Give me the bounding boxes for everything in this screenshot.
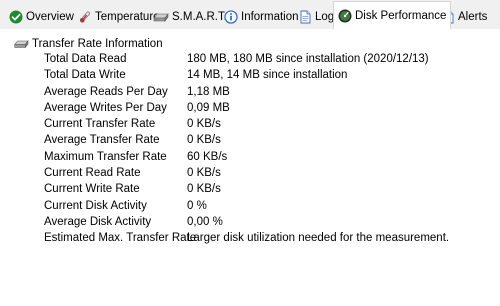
green-check-icon [9,10,23,24]
tab-overview[interactable]: Overview [4,4,79,28]
row-value: 0 KB/s [187,134,221,147]
list-item: Average Transfer Rate 0 KB/s [44,134,484,150]
row-label: Current Read Rate [44,167,141,180]
tab-label: Disk Performance [355,9,447,22]
tab-label: Overview [26,10,74,23]
row-value: 0 KB/s [187,167,221,180]
list-item: Average Disk Activity 0,00 % [44,216,484,232]
tab-label: Information [241,10,299,23]
row-value: 0 % [187,199,207,212]
row-value: 60 KB/s [187,150,228,163]
row-label: Maximum Transfer Rate [44,150,167,163]
list-item: Current Disk Activity 0 % [44,200,484,216]
document-icon [298,10,312,24]
app-window: Overview Temperature S.M.A.R.T. Informat… [0,0,500,306]
row-label: Average Reads Per Day [44,85,168,98]
gauge-icon [338,9,352,23]
row-label: Estimated Max. Transfer Rate [44,232,197,245]
tab-label: Log [315,10,335,23]
info-icon [224,9,238,24]
tab-bar: Overview Temperature S.M.A.R.T. Informat… [0,0,500,30]
list-item: Estimated Max. Transfer Rate Larger disk… [44,232,484,248]
row-value: 0 KB/s [187,118,221,131]
list-item: Average Writes Per Day 0,09 MB [44,102,484,118]
disk-drive-icon [153,10,169,24]
thermometer-icon [78,10,92,24]
section-title: Transfer Rate Information [32,38,163,50]
row-label: Total Data Write [44,69,126,82]
list-item: Current Read Rate 0 KB/s [44,167,484,183]
list-item: Current Write Rate 0 KB/s [44,183,484,199]
row-label: Current Write Rate [44,183,140,196]
row-value: 0,00 % [187,215,223,228]
list-item: Average Reads Per Day 1,18 MB [44,86,484,102]
transfer-rate-list: Total Data Read 180 MB, 180 MB since ins… [44,53,484,249]
row-label: Average Writes Per Day [44,101,167,114]
row-value: 180 MB, 180 MB since installation (2020/… [187,53,429,65]
row-value: Larger disk utilization needed for the m… [187,232,450,245]
row-label: Total Data Read [44,53,127,65]
row-label: Average Transfer Rate [44,134,160,147]
list-item: Maximum Transfer Rate 60 KB/s [44,151,484,167]
row-label: Average Disk Activity [44,215,152,228]
list-item: Current Transfer Rate 0 KB/s [44,118,484,134]
row-value: 0 KB/s [187,183,221,196]
tab-information[interactable]: Information [219,4,304,28]
section-header[interactable]: Transfer Rate Information [14,37,163,51]
list-item: Total Data Read 180 MB, 180 MB since ins… [44,53,484,69]
list-item: Total Data Write 14 MB, 14 MB since inst… [44,69,484,85]
row-value: 1,18 MB [187,85,230,98]
row-label: Current Disk Activity [44,199,147,212]
disk-performance-panel: Transfer Rate Information Total Data Rea… [0,29,500,306]
row-value: 0,09 MB [187,101,230,114]
row-label: Current Transfer Rate [44,118,156,131]
tab-label: Alerts [458,10,488,23]
tab-disk-performance[interactable]: Disk Performance [333,1,452,30]
row-value: 14 MB, 14 MB since installation [187,69,348,82]
disk-drive-icon [14,39,29,49]
